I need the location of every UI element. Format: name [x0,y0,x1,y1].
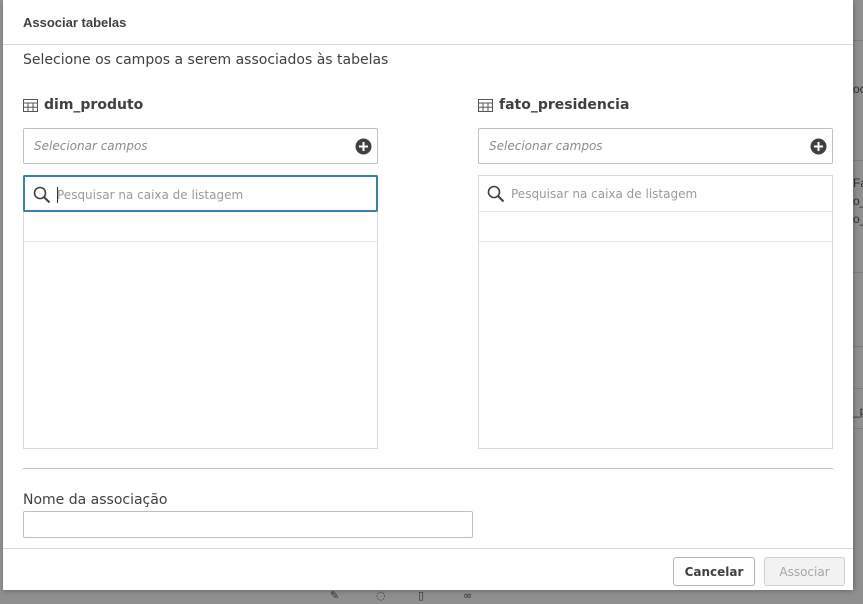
dialog-footer: Cancelar Associar [3,548,853,590]
left-table-header: dim_produto [23,95,143,115]
left-select-placeholder: Selecionar campos [34,139,148,153]
edit-icon: ✎ [330,589,340,602]
background-text-fragment: oc [853,82,863,96]
dialog-header: Associar tabelas [3,0,853,45]
background-divider [853,346,863,347]
text-cursor [57,187,58,203]
section-divider [23,468,833,469]
right-field-listbox[interactable] [478,175,833,449]
background-toolbar: ✎ ◌ ▯ ∞ [0,589,863,604]
link-icon: ∞ [463,589,473,602]
background-divider [853,388,863,389]
add-field-icon[interactable] [355,138,372,155]
left-table-name: dim_produto [44,97,144,113]
background-divider [853,428,863,429]
associate-button[interactable]: Associar [764,557,845,586]
tag-icon: ◌ [376,589,386,602]
left-field-listbox[interactable] [23,175,378,449]
left-search-input[interactable] [57,183,367,207]
search-icon [33,186,51,204]
dialog-title: Associar tabelas [23,15,127,30]
background-text-fragment: o_ [853,212,863,226]
right-select-placeholder: Selecionar campos [489,139,603,153]
dialog-subtitle: Selecione os campos a serem associados à… [23,52,389,68]
right-table-header: fato_presidencia [478,95,629,115]
list-item[interactable] [479,212,832,242]
background-text-fragment: o_ [853,194,863,208]
background-divider [853,272,863,273]
right-search-input[interactable] [511,182,821,206]
left-select-fields[interactable]: Selecionar campos [23,128,378,164]
cancel-button[interactable]: Cancelar [673,557,755,586]
background-divider [853,160,863,161]
association-name-input[interactable] [23,511,473,538]
associate-tables-dialog: Associar tabelas Selecione os campos a s… [3,0,853,590]
add-field-icon[interactable] [810,138,827,155]
right-select-fields[interactable]: Selecionar campos [478,128,833,164]
right-table-name: fato_presidencia [499,97,630,113]
right-listbox-search[interactable] [479,176,832,212]
association-name-label: Nome da associação [23,492,168,508]
background-text-fragment: Fa [853,176,863,190]
clipboard-icon: ▯ [418,589,425,602]
list-item[interactable] [24,212,377,242]
search-icon [487,185,505,203]
table-icon [478,98,493,112]
table-icon [23,98,38,112]
background-divider [853,40,863,41]
background-text-fragment: _p [853,404,863,418]
left-listbox-search[interactable] [23,175,378,212]
